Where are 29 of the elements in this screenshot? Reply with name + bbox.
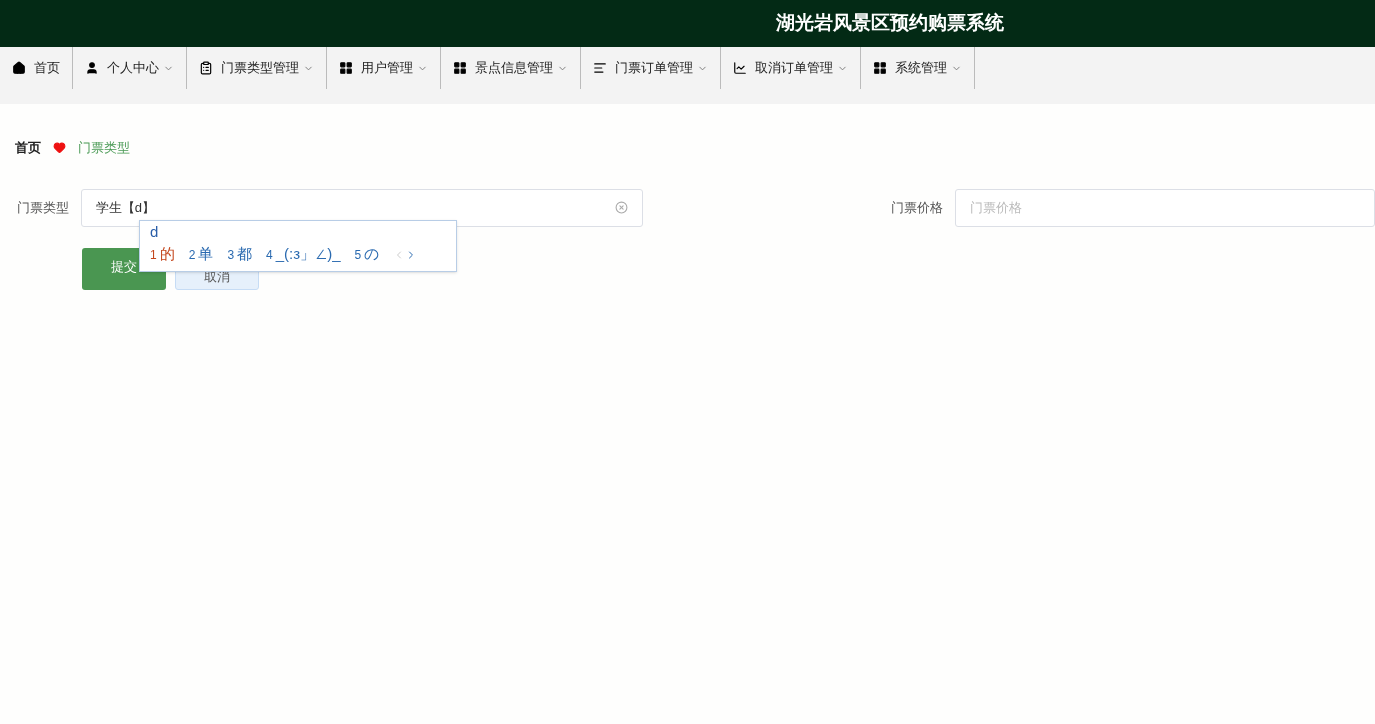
user-icon	[85, 61, 99, 75]
input-field[interactable]: 学生【d】	[80, 188, 644, 227]
nav-item[interactable]: 取消订单管理	[721, 47, 861, 89]
home-icon	[12, 61, 26, 75]
nav-item[interactable]: 系统管理	[861, 47, 975, 89]
nav-item[interactable]: 门票订单管理	[581, 47, 721, 89]
breadcrumb-home[interactable]: 首页	[15, 138, 41, 158]
list-icon	[593, 61, 607, 75]
field-label: 门票类型	[16, 198, 70, 217]
nav-item[interactable]: 景点信息管理	[441, 47, 581, 89]
grid-icon	[339, 61, 353, 75]
nav-item[interactable]: 个人中心	[73, 47, 187, 89]
grid-icon	[873, 61, 887, 75]
clipboard-icon	[199, 61, 213, 75]
nav-item[interactable]: 首页	[0, 47, 73, 89]
ime-candidate[interactable]: 4 _(:з」∠)_	[266, 243, 341, 266]
field-label: 门票价格	[891, 198, 945, 217]
grid-icon	[453, 61, 467, 75]
heart-icon	[53, 141, 66, 155]
nav-item[interactable]: 门票类型管理	[187, 47, 327, 89]
site-title: 湖光岩风景区预约购票系统	[776, 11, 1004, 36]
ime-candidate[interactable]: 3 都	[227, 243, 253, 266]
clear-icon[interactable]	[615, 201, 629, 214]
nav-item[interactable]: 用户管理	[327, 47, 441, 89]
input-field[interactable]: 门票价格	[955, 188, 1375, 227]
breadcrumb-current: 门票类型	[78, 139, 130, 157]
chart-icon	[733, 61, 747, 75]
ime-candidate[interactable]: 5 の	[354, 243, 380, 266]
ime-candidate[interactable]: 2 单	[188, 243, 214, 266]
